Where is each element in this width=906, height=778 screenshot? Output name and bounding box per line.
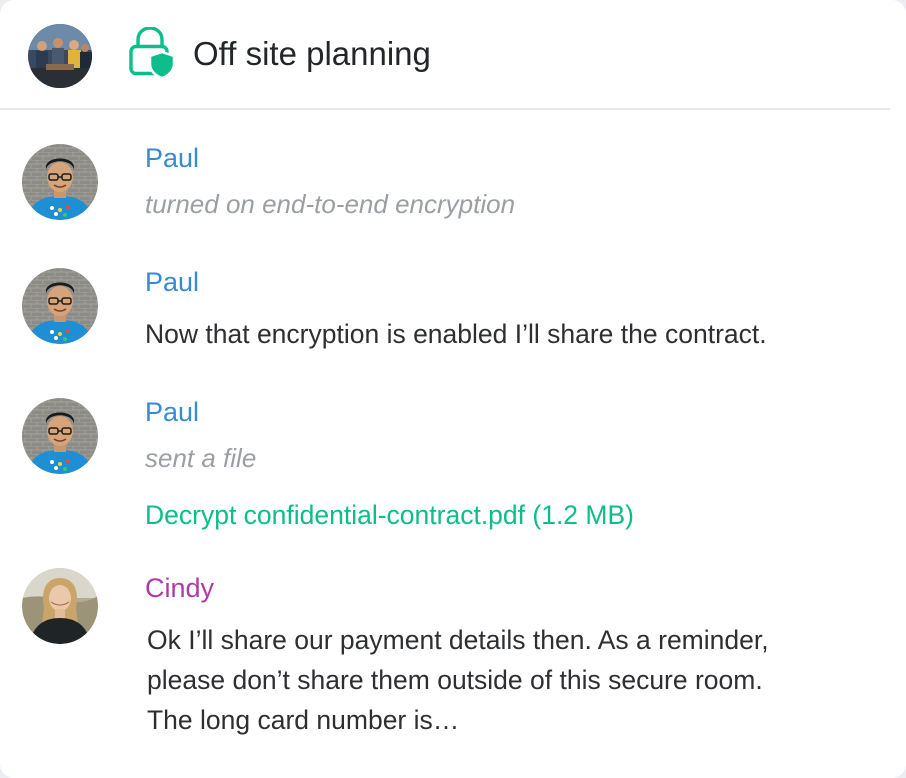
message-text-line: The long card number is…	[147, 705, 460, 735]
sender-name[interactable]: Cindy	[145, 571, 214, 605]
chat-panel: Off site planning Paul turned on end-to-…	[0, 0, 906, 778]
sender-name[interactable]: Paul	[145, 265, 199, 299]
decrypt-file-link[interactable]: Decrypt confidential-contract.pdf (1.2 M…	[145, 498, 634, 532]
room-header: Off site planning	[0, 0, 890, 110]
message-text: Now that encryption is enabled I’ll shar…	[145, 319, 767, 349]
avatar-paul[interactable]	[22, 268, 98, 344]
avatar-paul[interactable]	[22, 144, 98, 220]
avatar-cindy[interactable]	[22, 568, 98, 644]
file-notice: sent a file	[145, 443, 257, 473]
room-avatar[interactable]	[28, 24, 92, 88]
sender-name[interactable]: Paul	[145, 395, 199, 429]
avatar-paul[interactable]	[22, 398, 98, 474]
sender-name[interactable]: Paul	[145, 141, 199, 175]
message-text-line: Ok I’ll share our payment details then. …	[147, 625, 769, 655]
encryption-notice: turned on end-to-end encryption	[145, 189, 516, 219]
lock-shield-icon	[129, 26, 176, 80]
message-text-line: please don’t share them outside of this …	[147, 665, 763, 695]
room-title[interactable]: Off site planning	[193, 32, 431, 76]
